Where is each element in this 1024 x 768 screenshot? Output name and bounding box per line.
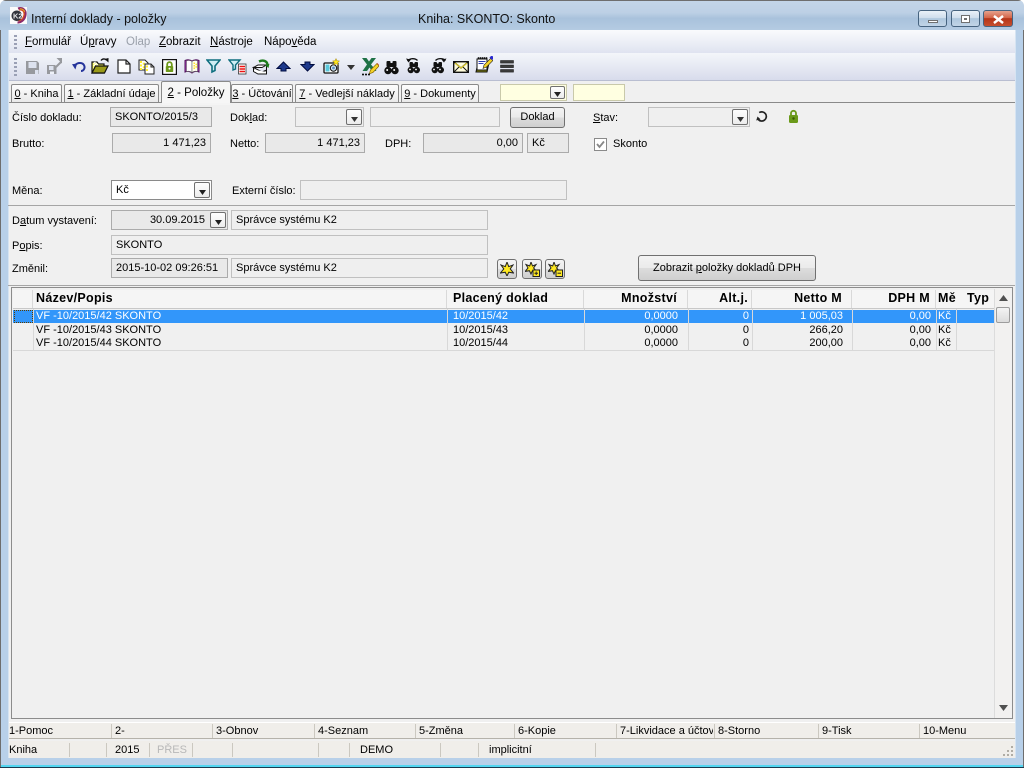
svg-text:K2: K2 — [13, 11, 23, 20]
